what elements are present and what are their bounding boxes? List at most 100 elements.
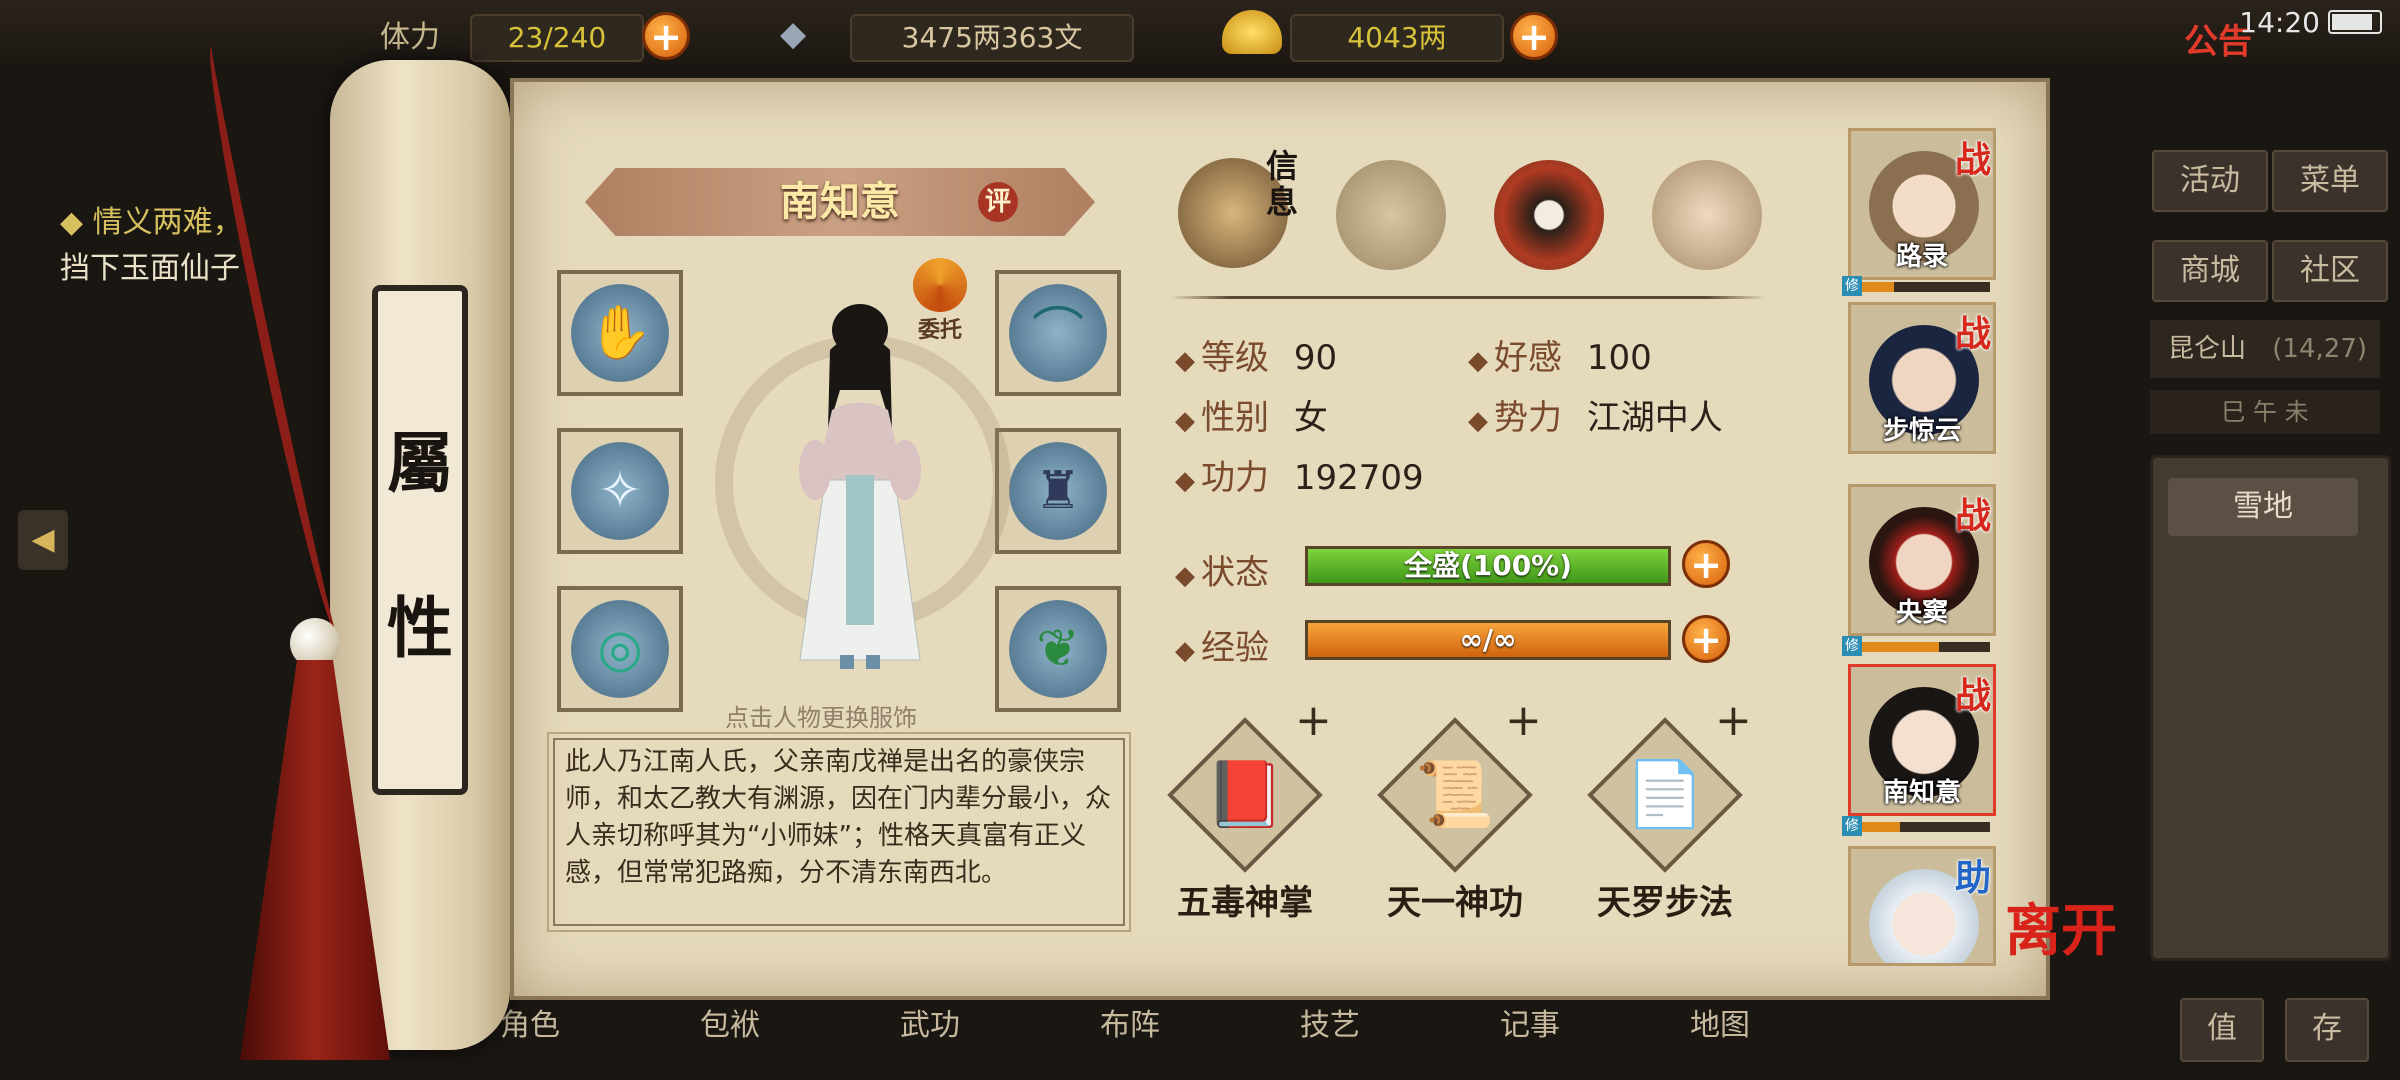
affinity-row: ◆ 好感 100: [1468, 338, 1652, 378]
jade-pendant-icon: ❦: [1036, 619, 1080, 679]
location-display[interactable]: 昆仑山 (14,27): [2150, 320, 2380, 378]
exp-bar: ∞/∞: [1305, 620, 1671, 660]
roster-card-1[interactable]: 战 路录: [1848, 128, 1996, 280]
faction-value: 江湖中人: [1586, 398, 1723, 438]
roster-card-3[interactable]: 战 央窦: [1848, 484, 1996, 636]
gauntlet-icon: ✋: [587, 303, 653, 363]
save-button[interactable]: 存: [2285, 998, 2369, 1062]
book-icon: 📕: [1205, 758, 1285, 832]
roster-card-2[interactable]: 战 步惊云: [1848, 302, 1996, 454]
state-label: 状态: [1201, 553, 1269, 593]
meridian-tab-icon[interactable]: [1652, 160, 1762, 270]
activity-button[interactable]: 活动: [2152, 150, 2268, 212]
restore-state-button[interactable]: +: [1682, 540, 1730, 588]
role-badge: 战: [1954, 140, 1991, 181]
equip-slot-armor[interactable]: ♜: [995, 428, 1121, 554]
ring-icon: ◎: [597, 619, 643, 679]
manual-icon: 📄: [1625, 758, 1705, 832]
state-row: ◆ 状态: [1175, 553, 1269, 593]
skill-2-add-icon[interactable]: +: [1505, 695, 1542, 746]
book-tab-icon[interactable]: [1336, 160, 1446, 270]
faction-label: 势力: [1494, 398, 1562, 438]
quest-line-1: ◆ 情义两难，: [60, 205, 243, 240]
terrain-tag: 雪地: [2168, 478, 2358, 536]
gender-value: 女: [1293, 398, 1328, 438]
xp-fill: [1862, 822, 1901, 832]
clock: 14:20: [2239, 6, 2320, 39]
roster-name: 央窦: [1895, 598, 1948, 628]
gold-value: 4043两: [1290, 14, 1504, 62]
location-name: 昆仑山: [2168, 334, 2247, 364]
bagua-tab-icon[interactable]: [1494, 160, 1604, 270]
hat-icon: ⌒: [1031, 303, 1084, 363]
shop-button[interactable]: 商城: [2152, 240, 2268, 302]
rate-button[interactable]: 评: [978, 182, 1018, 222]
skill-1-add-icon[interactable]: +: [1295, 695, 1332, 746]
quest-tracker[interactable]: ◆ 情义两难， 挡下玉面仙子: [60, 200, 243, 292]
role-badge: 战: [1954, 676, 1991, 717]
equip-slot-weapon[interactable]: ✧: [557, 428, 683, 554]
exp-label: 经验: [1201, 628, 1269, 668]
skill-2-name: 天一神功: [1387, 883, 1523, 923]
tab-char-1: 屬: [387, 424, 453, 502]
add-gold-button[interactable]: +: [1510, 12, 1558, 60]
nav-map[interactable]: 地图: [1690, 1000, 1750, 1044]
claw-weapon-icon: ✧: [598, 461, 642, 521]
role-badge: 助: [1954, 858, 1991, 899]
xp-strip: [1862, 822, 1990, 832]
xp-strip: [1862, 282, 1990, 292]
xp-fill: [1862, 642, 1939, 652]
menu-button[interactable]: 菜单: [2272, 150, 2388, 212]
cultivate-badge: 修: [1842, 636, 1862, 656]
tassel-cord: [197, 43, 351, 637]
nav-skill[interactable]: 技艺: [1300, 1000, 1360, 1044]
stamina-label: 体力: [380, 20, 440, 55]
equip-slot-ring[interactable]: ◎: [557, 586, 683, 712]
nav-role[interactable]: 角色: [500, 1000, 560, 1044]
power-label: 功力: [1201, 458, 1269, 498]
money-value: 3475两363文: [850, 14, 1134, 62]
nav-journal[interactable]: 记事: [1500, 1000, 1560, 1044]
equip-slot-hat[interactable]: ⌒: [995, 270, 1121, 396]
value-button[interactable]: 值: [2180, 998, 2264, 1062]
faction-row: ◆ 势力 江湖中人: [1468, 398, 1723, 438]
roster-name: 南知意: [1882, 778, 1961, 808]
roster-card-5[interactable]: 助: [1848, 846, 1996, 966]
bottom-nav: 角色 包袱 武功 布阵 技艺 记事 地图: [330, 990, 1750, 1080]
power-value: 192709: [1293, 458, 1424, 498]
nav-martial[interactable]: 武功: [900, 1000, 960, 1044]
silver-icon: ◆: [780, 14, 807, 54]
level-label: 等级: [1201, 338, 1269, 378]
attribute-tab[interactable]: [372, 285, 468, 795]
equip-slot-accessory[interactable]: ❦: [995, 586, 1121, 712]
top-bar: [0, 0, 2400, 70]
equip-slot-armguard[interactable]: ✋: [557, 270, 683, 396]
character-description: 此人乃江南人氏，父亲南戊禅是出名的豪侠宗师，和太乙教大有渊源，因在门内辈分最小，…: [547, 732, 1131, 932]
add-stamina-button[interactable]: +: [642, 12, 690, 60]
battery-icon: [2328, 10, 2382, 34]
quest-line-2: 挡下玉面仙子: [60, 251, 240, 286]
role-badge: 战: [1954, 496, 1991, 537]
cultivate-badge: 修: [1842, 276, 1862, 296]
exp-row: ◆ 经验: [1175, 628, 1269, 668]
leave-button[interactable]: 离开: [2005, 903, 2117, 959]
skill-3-name: 天罗步法: [1597, 883, 1733, 923]
power-row: ◆ 功力 192709: [1175, 458, 1424, 498]
affinity-value: 100: [1586, 338, 1652, 378]
add-exp-button[interactable]: +: [1682, 615, 1730, 663]
collapse-arrow-icon[interactable]: ◀: [18, 510, 68, 570]
armor-icon: ♜: [1034, 461, 1082, 521]
xp-strip: [1862, 642, 1990, 652]
skill-3-add-icon[interactable]: +: [1715, 695, 1752, 746]
character-name: 南知意: [780, 178, 900, 225]
affinity-label: 好感: [1494, 338, 1562, 378]
gender-label: 性别: [1201, 398, 1269, 438]
community-button[interactable]: 社区: [2272, 240, 2388, 302]
character-figure[interactable]: [770, 300, 950, 680]
nav-bag[interactable]: 包袱: [700, 1000, 760, 1044]
roster-name: 路录: [1895, 242, 1948, 272]
roster-card-4[interactable]: 战 南知意: [1848, 664, 1996, 816]
location-coords: (14,27): [2272, 334, 2368, 364]
gender-row: ◆ 性别 女: [1175, 398, 1328, 438]
nav-formation[interactable]: 布阵: [1100, 1000, 1160, 1044]
